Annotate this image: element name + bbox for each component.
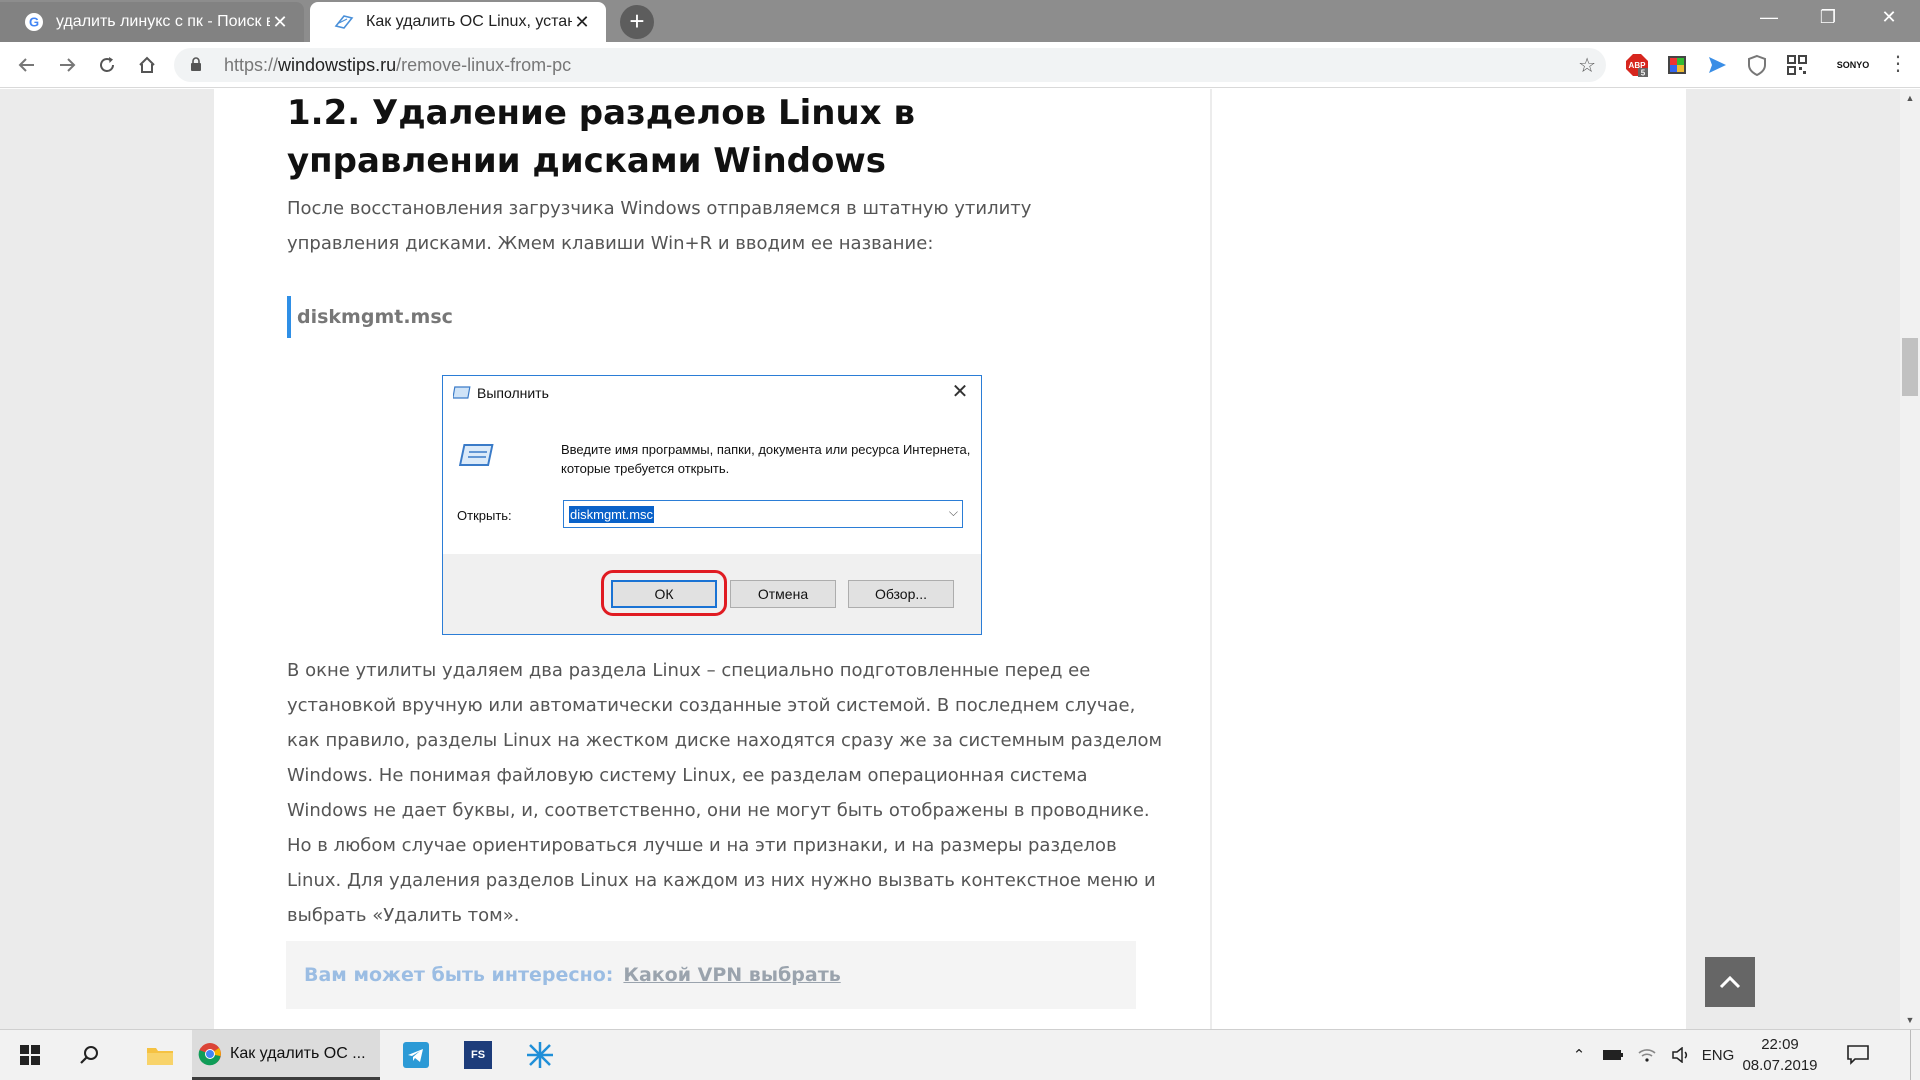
run-browse-button: Обзор... <box>848 580 954 608</box>
scroll-up-arrow-icon[interactable]: ▲ <box>1900 89 1920 107</box>
snowflake-app-icon[interactable] <box>510 1030 570 1080</box>
tab-strip: G удалить линукс с пк - Поиск в Google ✕… <box>0 0 1920 42</box>
related-article-box: Вам может быть интересно: Какой VPN выбр… <box>286 941 1136 1009</box>
tab-title: удалить линукс с пк - Поиск в Google <box>56 13 270 30</box>
tab-title: Как удалить ОС Linux, установленную <box>366 13 572 30</box>
new-tab-button[interactable]: + <box>620 5 654 39</box>
page-viewport: 1.2. Удаление разделов Linux в управлени… <box>0 89 1900 1029</box>
related-link[interactable]: Какой VPN выбрать <box>623 964 840 986</box>
run-cancel-button: Отмена <box>730 580 836 608</box>
run-open-label: Открыть: <box>457 508 512 523</box>
color-picker-icon[interactable] <box>1664 52 1690 78</box>
article-paragraph: В окне утилиты удаляем два раздела Linux… <box>287 660 1163 926</box>
chrome-icon <box>198 1042 221 1065</box>
search-icon[interactable] <box>60 1030 120 1080</box>
faststone-label: FS <box>464 1041 492 1069</box>
chevron-up-icon[interactable]: ⌃ <box>1562 1030 1596 1080</box>
svg-text:5: 5 <box>1641 69 1646 78</box>
reload-icon[interactable] <box>92 50 122 80</box>
lock-icon[interactable] <box>190 56 210 74</box>
code-text: diskmgmt.msc <box>297 306 453 328</box>
bookmark-star-icon[interactable]: ☆ <box>1578 53 1596 78</box>
qr-icon[interactable] <box>1784 52 1810 78</box>
shield-icon[interactable] <box>1744 52 1770 78</box>
battery-icon[interactable] <box>1596 1030 1630 1080</box>
sonyo-icon[interactable]: SONYO <box>1834 52 1872 78</box>
wifi-icon[interactable] <box>1630 1030 1664 1080</box>
adblock-icon[interactable]: ABP 5 <box>1624 52 1650 78</box>
browser-toolbar: https://windowstips.ru/remove-linux-from… <box>0 42 1920 88</box>
taskbar-clock[interactable]: 22:09 08.07.2019 <box>1730 1034 1830 1076</box>
tab-windowstips[interactable]: Как удалить ОС Linux, установленную ✕ <box>310 2 606 42</box>
article-paragraph: После восстановления загрузчика Windows … <box>287 198 1032 254</box>
tab-close-icon[interactable]: ✕ <box>572 12 592 33</box>
chevron-up-icon <box>1719 975 1741 989</box>
run-dialog-title: Выполнить <box>477 385 549 401</box>
windows-start-icon[interactable] <box>0 1030 60 1080</box>
menu-kebab-icon[interactable]: ⋮ <box>1888 52 1908 78</box>
close-window-button[interactable]: ✕ <box>1858 0 1920 34</box>
clock-time: 22:09 <box>1761 1036 1799 1053</box>
faststone-icon[interactable]: FS <box>448 1030 508 1080</box>
google-g-icon: G <box>24 12 44 32</box>
url-text: https://windowstips.ru/remove-linux-from… <box>224 54 572 75</box>
run-description: Введите имя программы, папки, документа … <box>561 442 971 476</box>
code-snippet: diskmgmt.msc <box>287 296 453 338</box>
send-icon[interactable] <box>1704 52 1730 78</box>
notification-center-icon[interactable] <box>1832 1030 1884 1080</box>
taskbar-chrome-label: Как удалить ОС ... <box>230 1044 366 1062</box>
home-icon[interactable] <box>132 50 162 80</box>
run-app-icon <box>453 386 471 399</box>
column-divider <box>1210 89 1212 1029</box>
back-arrow-icon[interactable] <box>12 50 42 80</box>
forward-arrow-icon[interactable] <box>52 50 82 80</box>
maximize-button[interactable]: ❐ <box>1799 0 1857 34</box>
run-dialog-image: Выполнить ✕ Введите имя программы, папки… <box>442 375 982 635</box>
telegram-icon[interactable] <box>386 1030 446 1080</box>
tab-close-icon[interactable]: ✕ <box>270 12 290 33</box>
minimize-button[interactable]: — <box>1740 0 1798 34</box>
chevron-down-icon: ⌵ <box>948 505 958 519</box>
svg-text:G: G <box>29 15 39 30</box>
windows-taskbar: Как удалить ОС ... FS ⌃ ENG 22:09 08.07.… <box>0 1029 1920 1080</box>
related-label: Вам может быть интересно: <box>304 964 614 986</box>
scroll-down-arrow-icon[interactable]: ▼ <box>1900 1011 1920 1029</box>
scrollbar-thumb[interactable] <box>1902 338 1918 396</box>
file-explorer-icon[interactable] <box>130 1030 190 1080</box>
tab-google-search[interactable]: G удалить линукс с пк - Поиск в Google ✕ <box>0 2 304 42</box>
taskbar-chrome-window[interactable]: Как удалить ОС ... <box>192 1030 380 1080</box>
run-command-value: diskmgmt.msc <box>569 506 655 523</box>
vertical-scrollbar[interactable]: ▲ ▼ <box>1900 89 1920 1029</box>
article-heading: 1.2. Удаление разделов Linux в управлени… <box>287 93 915 181</box>
clock-date: 08.07.2019 <box>1742 1057 1818 1074</box>
run-dialog-titlebar: Выполнить <box>443 376 981 410</box>
close-icon: ✕ <box>951 381 969 403</box>
show-desktop-button[interactable] <box>1910 1030 1920 1080</box>
run-command-field: diskmgmt.msc ⌵ <box>563 500 963 528</box>
run-large-icon <box>458 444 494 466</box>
scroll-to-top-button[interactable] <box>1705 957 1755 1007</box>
address-bar[interactable]: https://windowstips.ru/remove-linux-from… <box>174 48 1606 82</box>
windowstips-favicon <box>334 12 354 32</box>
ok-highlight-ring <box>601 570 727 616</box>
volume-icon[interactable] <box>1664 1030 1698 1080</box>
